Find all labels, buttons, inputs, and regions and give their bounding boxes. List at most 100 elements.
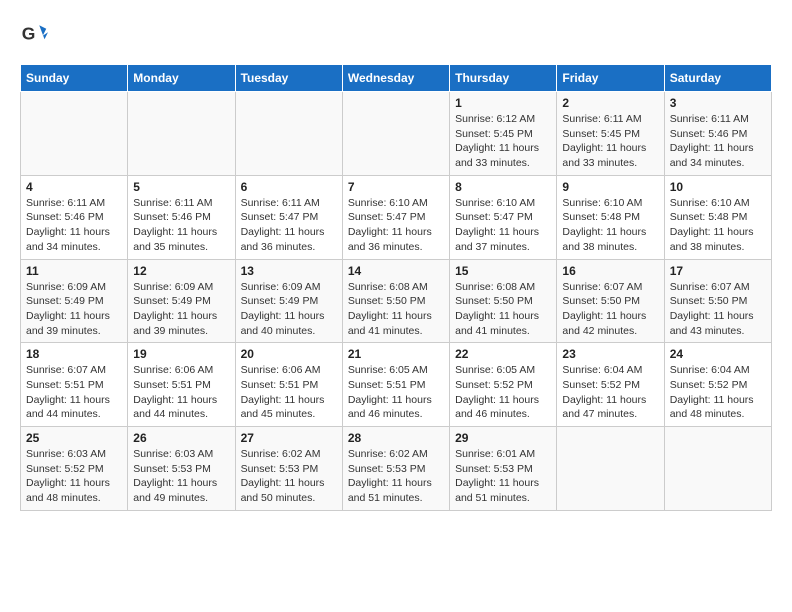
day-detail: Sunrise: 6:09 AM Sunset: 5:49 PM Dayligh… <box>241 280 337 339</box>
day-detail: Sunrise: 6:10 AM Sunset: 5:48 PM Dayligh… <box>562 196 658 255</box>
day-detail: Sunrise: 6:08 AM Sunset: 5:50 PM Dayligh… <box>455 280 551 339</box>
day-number: 11 <box>26 264 122 278</box>
day-number: 29 <box>455 431 551 445</box>
day-detail: Sunrise: 6:06 AM Sunset: 5:51 PM Dayligh… <box>133 363 229 422</box>
day-detail: Sunrise: 6:03 AM Sunset: 5:52 PM Dayligh… <box>26 447 122 506</box>
calendar-cell: 3 Sunrise: 6:11 AM Sunset: 5:46 PM Daylig… <box>664 92 771 176</box>
calendar-cell: 15 Sunrise: 6:08 AM Sunset: 5:50 PM Dayli… <box>450 259 557 343</box>
logo-icon: G <box>20 20 48 48</box>
col-header-tuesday: Tuesday <box>235 65 342 92</box>
day-detail: Sunrise: 6:06 AM Sunset: 5:51 PM Dayligh… <box>241 363 337 422</box>
day-number: 16 <box>562 264 658 278</box>
header-row: SundayMondayTuesdayWednesdayThursdayFrid… <box>21 65 772 92</box>
calendar-cell <box>342 92 449 176</box>
calendar-cell: 8 Sunrise: 6:10 AM Sunset: 5:47 PM Daylig… <box>450 175 557 259</box>
day-number: 1 <box>455 96 551 110</box>
calendar-cell <box>235 92 342 176</box>
calendar-cell: 23 Sunrise: 6:04 AM Sunset: 5:52 PM Dayli… <box>557 343 664 427</box>
calendar-cell: 16Sunrise: 6:07 AM Sunset: 5:50 PM Dayli… <box>557 259 664 343</box>
calendar-cell: 14 Sunrise: 6:08 AM Sunset: 5:50 PM Dayli… <box>342 259 449 343</box>
calendar-cell: 12 Sunrise: 6:09 AM Sunset: 5:49 PM Dayli… <box>128 259 235 343</box>
day-detail: Sunrise: 6:11 AM Sunset: 5:46 PM Dayligh… <box>670 112 766 171</box>
calendar-cell: 11 Sunrise: 6:09 AM Sunset: 5:49 PM Dayli… <box>21 259 128 343</box>
col-header-saturday: Saturday <box>664 65 771 92</box>
calendar-cell: 4 Sunrise: 6:11 AM Sunset: 5:46 PM Daylig… <box>21 175 128 259</box>
day-number: 2 <box>562 96 658 110</box>
calendar-cell: 21Sunrise: 6:05 AM Sunset: 5:51 PM Dayli… <box>342 343 449 427</box>
svg-text:G: G <box>22 23 36 43</box>
calendar-cell: 6 Sunrise: 6:11 AM Sunset: 5:47 PM Daylig… <box>235 175 342 259</box>
day-number: 23 <box>562 347 658 361</box>
calendar-cell: 1 Sunrise: 6:12 AM Sunset: 5:45 PM Daylig… <box>450 92 557 176</box>
calendar-cell: 24 Sunrise: 6:04 AM Sunset: 5:52 PM Dayli… <box>664 343 771 427</box>
day-number: 26 <box>133 431 229 445</box>
day-detail: Sunrise: 6:03 AM Sunset: 5:53 PM Dayligh… <box>133 447 229 506</box>
day-number: 24 <box>670 347 766 361</box>
calendar-cell <box>21 92 128 176</box>
day-number: 5 <box>133 180 229 194</box>
col-header-monday: Monday <box>128 65 235 92</box>
calendar-cell: 28Sunrise: 6:02 AM Sunset: 5:53 PM Dayli… <box>342 427 449 511</box>
day-number: 17 <box>670 264 766 278</box>
day-detail: Sunrise: 6:11 AM Sunset: 5:46 PM Dayligh… <box>26 196 122 255</box>
day-number: 7 <box>348 180 444 194</box>
calendar-cell: 7 Sunrise: 6:10 AM Sunset: 5:47 PM Daylig… <box>342 175 449 259</box>
day-number: 6 <box>241 180 337 194</box>
calendar-cell: 13 Sunrise: 6:09 AM Sunset: 5:49 PM Dayli… <box>235 259 342 343</box>
day-detail: Sunrise: 6:05 AM Sunset: 5:51 PM Dayligh… <box>348 363 444 422</box>
calendar-cell: 20 Sunrise: 6:06 AM Sunset: 5:51 PM Dayli… <box>235 343 342 427</box>
calendar-cell: 29 Sunrise: 6:01 AM Sunset: 5:53 PM Dayli… <box>450 427 557 511</box>
day-detail: Sunrise: 6:02 AM Sunset: 5:53 PM Dayligh… <box>348 447 444 506</box>
day-detail: Sunrise: 6:10 AM Sunset: 5:47 PM Dayligh… <box>348 196 444 255</box>
day-number: 12 <box>133 264 229 278</box>
day-detail: Sunrise: 6:10 AM Sunset: 5:48 PM Dayligh… <box>670 196 766 255</box>
day-number: 19 <box>133 347 229 361</box>
day-detail: Sunrise: 6:10 AM Sunset: 5:47 PM Dayligh… <box>455 196 551 255</box>
calendar-header: SundayMondayTuesdayWednesdayThursdayFrid… <box>21 65 772 92</box>
col-header-thursday: Thursday <box>450 65 557 92</box>
day-detail: Sunrise: 6:04 AM Sunset: 5:52 PM Dayligh… <box>562 363 658 422</box>
day-detail: Sunrise: 6:02 AM Sunset: 5:53 PM Dayligh… <box>241 447 337 506</box>
calendar-cell: 2 Sunrise: 6:11 AM Sunset: 5:45 PM Daylig… <box>557 92 664 176</box>
day-number: 13 <box>241 264 337 278</box>
day-detail: Sunrise: 6:01 AM Sunset: 5:53 PM Dayligh… <box>455 447 551 506</box>
week-row-2: 4 Sunrise: 6:11 AM Sunset: 5:46 PM Daylig… <box>21 175 772 259</box>
day-detail: Sunrise: 6:07 AM Sunset: 5:50 PM Dayligh… <box>670 280 766 339</box>
day-detail: Sunrise: 6:09 AM Sunset: 5:49 PM Dayligh… <box>26 280 122 339</box>
day-number: 3 <box>670 96 766 110</box>
day-detail: Sunrise: 6:12 AM Sunset: 5:45 PM Dayligh… <box>455 112 551 171</box>
calendar-cell: 5 Sunrise: 6:11 AM Sunset: 5:46 PM Daylig… <box>128 175 235 259</box>
col-header-sunday: Sunday <box>21 65 128 92</box>
day-detail: Sunrise: 6:11 AM Sunset: 5:47 PM Dayligh… <box>241 196 337 255</box>
calendar-cell: 25Sunrise: 6:03 AM Sunset: 5:52 PM Dayli… <box>21 427 128 511</box>
day-number: 15 <box>455 264 551 278</box>
week-row-1: 1 Sunrise: 6:12 AM Sunset: 5:45 PM Daylig… <box>21 92 772 176</box>
calendar-cell: 18 Sunrise: 6:07 AM Sunset: 5:51 PM Dayli… <box>21 343 128 427</box>
calendar-cell: 9 Sunrise: 6:10 AM Sunset: 5:48 PM Daylig… <box>557 175 664 259</box>
week-row-3: 11 Sunrise: 6:09 AM Sunset: 5:49 PM Dayli… <box>21 259 772 343</box>
day-detail: Sunrise: 6:04 AM Sunset: 5:52 PM Dayligh… <box>670 363 766 422</box>
day-detail: Sunrise: 6:11 AM Sunset: 5:46 PM Dayligh… <box>133 196 229 255</box>
day-number: 27 <box>241 431 337 445</box>
day-number: 9 <box>562 180 658 194</box>
day-detail: Sunrise: 6:09 AM Sunset: 5:49 PM Dayligh… <box>133 280 229 339</box>
calendar-cell <box>128 92 235 176</box>
day-detail: Sunrise: 6:11 AM Sunset: 5:45 PM Dayligh… <box>562 112 658 171</box>
day-detail: Sunrise: 6:05 AM Sunset: 5:52 PM Dayligh… <box>455 363 551 422</box>
day-detail: Sunrise: 6:07 AM Sunset: 5:51 PM Dayligh… <box>26 363 122 422</box>
calendar-cell <box>557 427 664 511</box>
week-row-5: 25Sunrise: 6:03 AM Sunset: 5:52 PM Dayli… <box>21 427 772 511</box>
col-header-wednesday: Wednesday <box>342 65 449 92</box>
day-number: 14 <box>348 264 444 278</box>
calendar-cell: 22 Sunrise: 6:05 AM Sunset: 5:52 PM Dayli… <box>450 343 557 427</box>
calendar-table: SundayMondayTuesdayWednesdayThursdayFrid… <box>20 64 772 511</box>
day-number: 18 <box>26 347 122 361</box>
page-header: G <box>20 20 772 48</box>
week-row-4: 18 Sunrise: 6:07 AM Sunset: 5:51 PM Dayli… <box>21 343 772 427</box>
day-number: 8 <box>455 180 551 194</box>
day-number: 20 <box>241 347 337 361</box>
col-header-friday: Friday <box>557 65 664 92</box>
day-number: 22 <box>455 347 551 361</box>
day-detail: Sunrise: 6:08 AM Sunset: 5:50 PM Dayligh… <box>348 280 444 339</box>
day-number: 4 <box>26 180 122 194</box>
